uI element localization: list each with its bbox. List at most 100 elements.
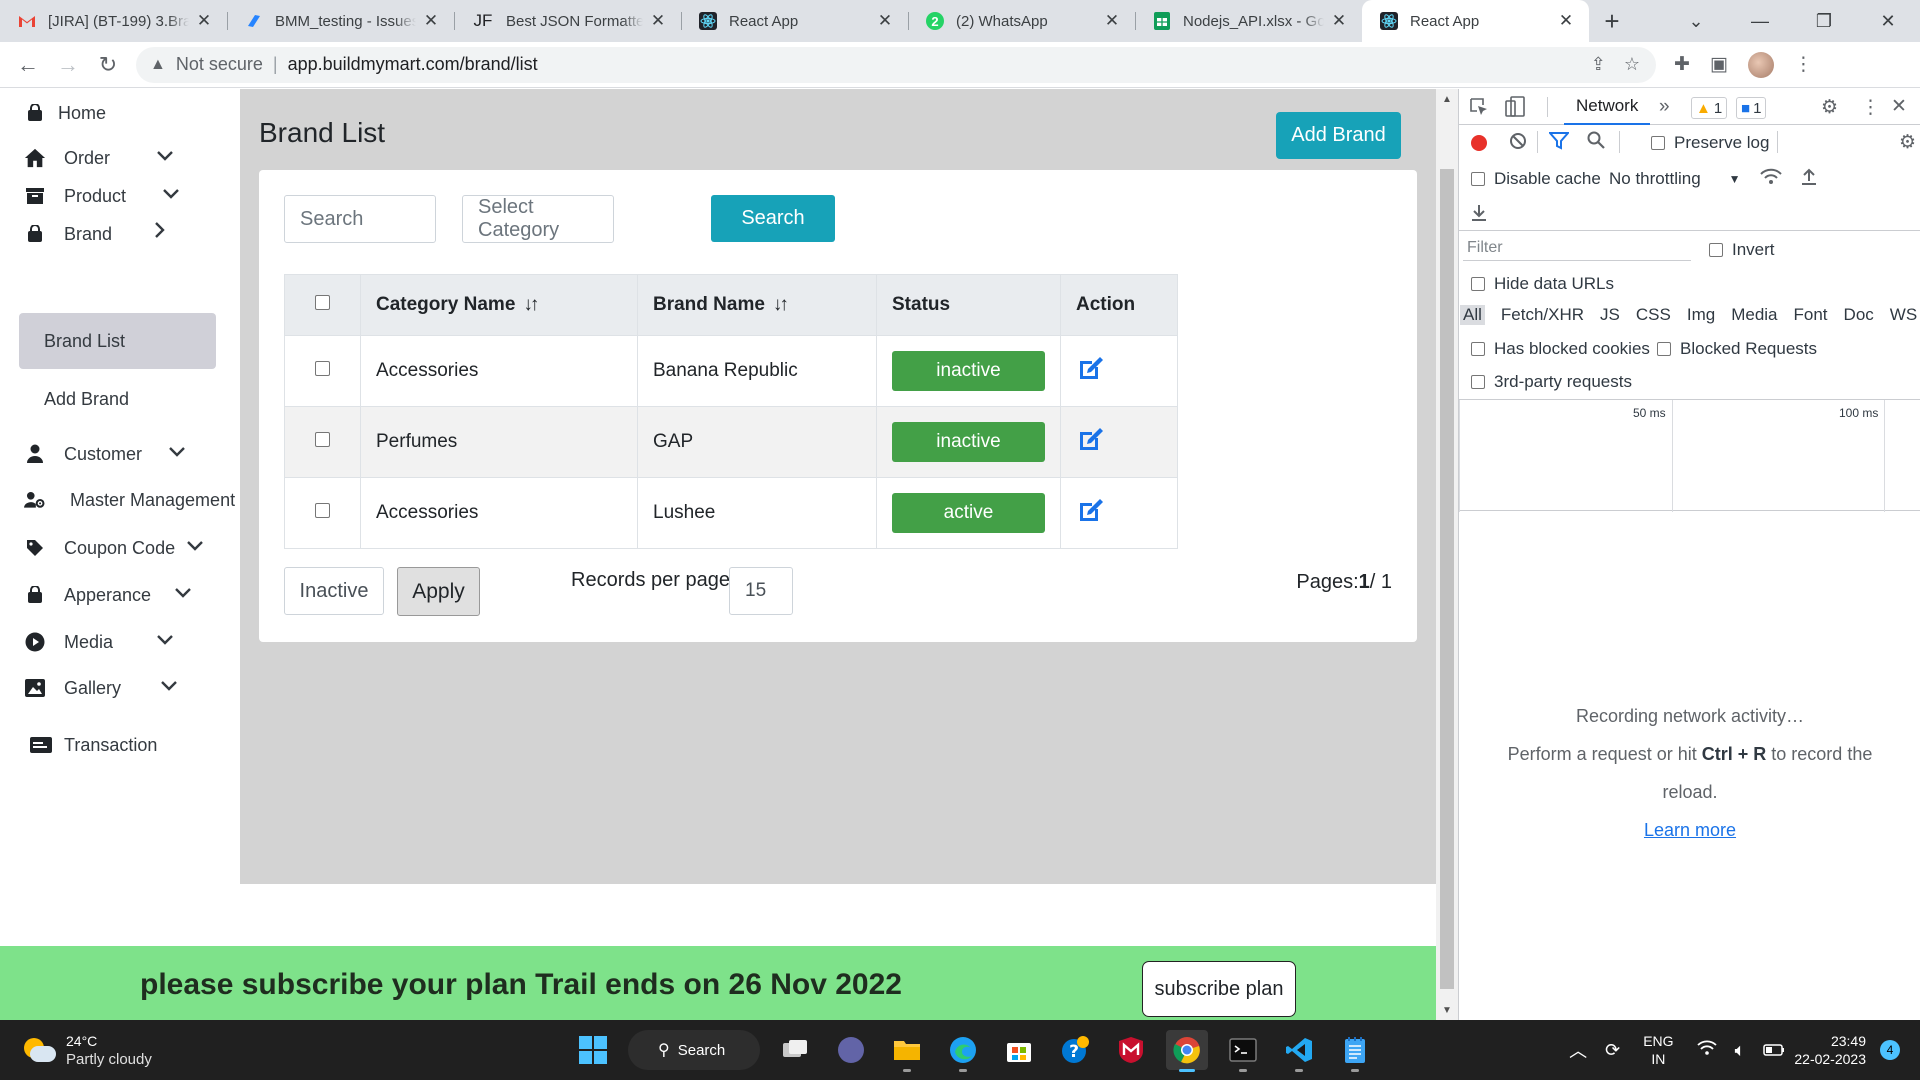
search-input[interactable]: Search [284,195,436,243]
sidebar-subitem-add-brand[interactable]: Add Brand [44,389,129,410]
sidebar-item-order[interactable]: Order [24,147,173,169]
side-panel-icon[interactable]: ▣ [1710,53,1728,76]
browser-tab[interactable]: 2 (2) WhatsApp ✕ [908,0,1135,42]
start-windows-icon[interactable] [572,1030,614,1070]
type-filter[interactable]: Doc [1844,305,1874,325]
scrollbar-thumb[interactable] [1440,169,1454,989]
invert-option[interactable]: Invert [1709,240,1775,260]
sidebar-item-home[interactable]: Home [24,102,106,124]
sidebar-item-media[interactable]: Media [24,631,173,653]
invert-checkbox[interactable] [1709,243,1723,257]
disable-cache-option[interactable]: Disable cache [1471,169,1601,189]
browser-tab[interactable]: JF Best JSON Formatter and ✕ [454,0,681,42]
bulk-status-select[interactable]: Inactive [284,567,384,615]
vscode-icon[interactable] [1278,1030,1320,1072]
close-icon[interactable]: ✕ [1330,11,1348,31]
blocked-cookies-option[interactable]: Has blocked cookies [1471,339,1650,359]
sidebar-item-customer[interactable]: Customer [24,443,185,465]
type-filter[interactable]: All [1460,305,1485,325]
sidebar-item-master-management[interactable]: Master Management [24,489,235,511]
task-view-icon[interactable] [774,1030,816,1070]
microsoft-store-icon[interactable] [998,1030,1040,1070]
blocked-cookies-checkbox[interactable] [1471,342,1485,356]
browser-tab-active[interactable]: React App ✕ [1362,0,1589,42]
type-filter[interactable]: WS [1890,305,1917,325]
sidebar-item-brand[interactable]: Brand [24,222,165,245]
edit-icon[interactable] [1076,353,1108,385]
record-icon[interactable] [1471,135,1487,151]
minimize-icon[interactable]: — [1728,0,1792,42]
back-icon[interactable]: ← [8,45,48,85]
profile-avatar[interactable] [1747,51,1774,78]
learn-more-link[interactable]: Learn more [1644,820,1736,840]
tab-search-icon[interactable]: ⌄ [1664,0,1728,42]
clock[interactable]: 23:49 22-02-2023 [1794,1032,1866,1068]
type-filter[interactable]: Fetch/XHR [1501,305,1584,325]
edit-icon[interactable] [1076,424,1108,456]
type-filter[interactable]: Media [1731,305,1777,325]
sidebar-item-product[interactable]: Product [24,185,179,207]
type-filter[interactable]: Img [1687,305,1715,325]
column-header-brand[interactable]: Brand Name ↓↑ [637,274,877,336]
close-icon[interactable]: ✕ [422,11,440,31]
close-window-icon[interactable]: ✕ [1856,0,1920,42]
devtools-menu-icon[interactable]: ⋮ [1861,96,1880,119]
status-badge[interactable]: active [892,493,1045,533]
filter-input[interactable]: Filter [1463,235,1691,261]
warnings-badge[interactable]: ▲ 1 [1691,97,1728,119]
new-tab-button[interactable]: + [1589,0,1635,42]
show-hidden-icons-icon[interactable]: ︿ [1569,1037,1587,1063]
restore-icon[interactable]: ❐ [1792,0,1856,42]
settings-gear-icon[interactable]: ⚙ [1821,96,1838,119]
chrome-icon[interactable] [1166,1030,1208,1072]
scroll-up-icon[interactable]: ▲ [1436,89,1458,109]
bookmark-star-icon[interactable]: ☆ [1624,54,1640,75]
filter-funnel-icon[interactable] [1549,132,1569,150]
page-scrollbar[interactable]: ▲ ▼ [1436,89,1458,1020]
terminal-icon[interactable] [1222,1030,1264,1072]
close-icon[interactable]: ✕ [1103,11,1121,31]
notepad-icon[interactable] [1334,1030,1376,1072]
address-bar[interactable]: ▲ Not secure | app.buildmymart.com/brand… [136,46,1656,83]
inspect-element-icon[interactable] [1469,97,1489,117]
sidebar-subitem-brand-list[interactable]: Brand List [19,313,216,369]
forward-icon[interactable]: → [48,45,88,85]
network-conditions-icon[interactable] [1759,167,1783,187]
type-filter[interactable]: JS [1600,305,1620,325]
status-badge[interactable]: inactive [892,422,1045,462]
network-timeline-overview[interactable]: 50 ms 100 ms [1459,399,1920,512]
teams-chat-icon[interactable] [830,1030,872,1070]
subscribe-plan-button[interactable]: subscribe plan [1142,961,1296,1017]
scroll-down-icon[interactable]: ▼ [1436,1000,1458,1020]
sort-icon[interactable]: ↓↑ [773,294,789,315]
blocked-requests-option[interactable]: Blocked Requests [1657,339,1817,359]
records-per-page-input[interactable]: 15 [729,567,793,615]
extensions-puzzle-icon[interactable]: ✚ [1674,53,1690,76]
hide-data-urls-checkbox[interactable] [1471,277,1485,291]
browser-tab[interactable]: BMM_testing - Issues ✕ [227,0,454,42]
search-icon[interactable] [1587,131,1605,149]
sidebar-item-gallery[interactable]: Gallery [24,677,177,699]
network-settings-gear-icon[interactable]: ⚙ [1899,131,1916,154]
blocked-requests-checkbox[interactable] [1657,342,1671,356]
messages-badge[interactable]: ■ 1 [1736,97,1767,119]
third-party-option[interactable]: 3rd-party requests [1471,372,1632,392]
volume-icon[interactable]: 🔈︎ [1735,1040,1746,1061]
preserve-log-checkbox[interactable] [1651,136,1665,150]
mcafee-icon[interactable] [1110,1030,1152,1070]
sidebar-item-coupon-code[interactable]: Coupon Code [24,537,203,559]
type-filter[interactable]: Font [1794,305,1828,325]
column-header-category[interactable]: Category Name ↓↑ [360,274,638,336]
tab-network[interactable]: Network [1564,89,1651,125]
notification-badge[interactable]: 4 [1880,1040,1900,1060]
language-indicator[interactable]: ENG IN [1643,1032,1673,1068]
status-badge[interactable]: inactive [892,351,1045,391]
preserve-log-option[interactable]: Preserve log [1651,133,1769,153]
export-har-icon[interactable] [1471,203,1487,221]
category-select[interactable]: Select Category [462,195,614,243]
sidebar-item-transaction[interactable]: Transaction [30,734,157,756]
throttling-select[interactable]: No throttling ▼ [1609,169,1741,189]
weather-widget[interactable]: 24°C Partly cloudy [22,1032,152,1070]
add-brand-button[interactable]: Add Brand [1276,112,1401,159]
reload-icon[interactable]: ↻ [88,45,128,85]
